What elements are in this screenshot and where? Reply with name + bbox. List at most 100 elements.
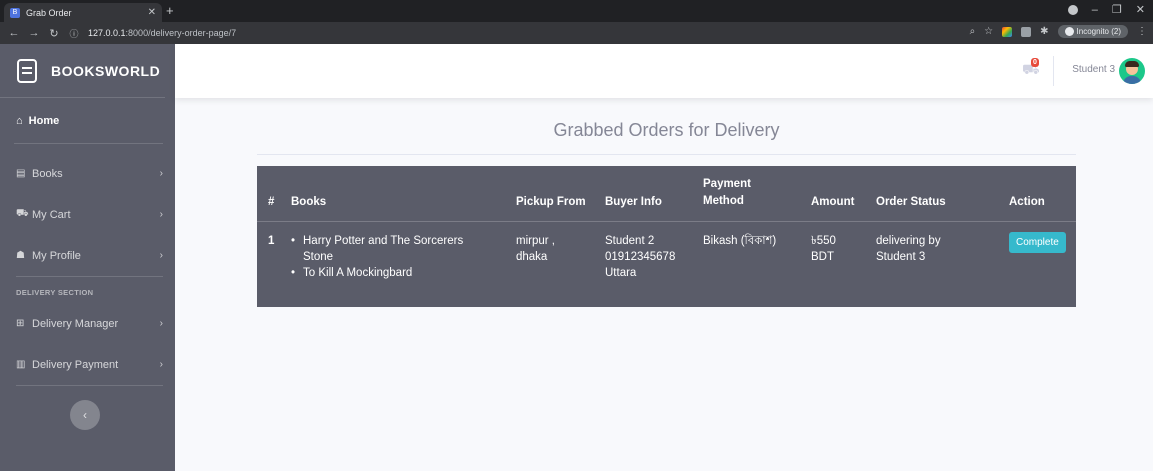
- sidebar-item-label: Books: [32, 167, 63, 180]
- extension-colorful-icon[interactable]: [1002, 26, 1013, 37]
- user-name[interactable]: Student 3: [1072, 64, 1115, 75]
- incognito-badge[interactable]: Incognito (2): [1057, 25, 1128, 38]
- info-icon[interactable]: ⓘ: [68, 27, 80, 40]
- chevron-right-icon: ›: [159, 209, 163, 220]
- list-item: To Kill A Mockingbard: [291, 265, 463, 281]
- orders-table: # Books Pickup From Buyer Info Payment M…: [257, 166, 1076, 307]
- incognito-label: Incognito (2): [1076, 27, 1121, 36]
- chart-icon: ▥: [16, 359, 26, 370]
- avatar-body: [1123, 76, 1141, 84]
- back-icon[interactable]: ←: [8, 27, 20, 39]
- topbar: ⛟ 0 Student 3: [175, 44, 1153, 98]
- favicon-icon: B: [10, 7, 20, 18]
- table-icon: ⊞: [16, 318, 25, 329]
- amount-currency: BDT: [811, 251, 834, 263]
- complete-button[interactable]: Complete: [1009, 232, 1066, 253]
- sidebar-item-home[interactable]: ⌂ Home: [14, 98, 163, 144]
- cart-count-badge: 0: [1031, 58, 1039, 67]
- sidebar-item-books[interactable]: ▤ Books ›: [16, 153, 163, 194]
- title-divider: [257, 154, 1076, 155]
- buyer-name: Student 2: [605, 235, 655, 247]
- sidebar-item-my-profile[interactable]: ☗ My Profile ›: [16, 235, 163, 276]
- column-header-action: Action: [1009, 196, 1045, 208]
- sidebar-item-label: Home: [28, 114, 60, 127]
- order-amount: ৳550 BDT: [811, 233, 836, 265]
- column-header-books: Books: [291, 196, 327, 208]
- pickup-city: dhaka: [516, 251, 548, 263]
- sidebar-item-label: My Cart: [32, 208, 71, 221]
- cart-button[interactable]: ⛟ 0: [1022, 58, 1040, 77]
- home-icon: ⌂: [16, 114, 23, 127]
- sidebar-item-delivery-payment[interactable]: ▥ Delivery Payment ›: [16, 344, 163, 385]
- payment-method: Bikash (বিকাশ): [703, 235, 777, 247]
- buyer-address: Uttara: [605, 267, 637, 279]
- record-icon[interactable]: [1067, 4, 1078, 15]
- column-header-pickup: Pickup From: [516, 196, 586, 208]
- book-title: To Kill A Mockingbard: [303, 267, 413, 279]
- zoom-icon[interactable]: ⌕: [970, 26, 976, 37]
- order-status: delivering by Student 3: [876, 233, 941, 265]
- amount-value: ৳550: [811, 235, 836, 247]
- extensions-puzzle-icon[interactable]: ✱: [1040, 26, 1048, 37]
- sidebar-item-label: My Profile: [32, 249, 81, 262]
- tab-title: Grab Order: [26, 7, 72, 18]
- star-icon[interactable]: ☆: [984, 26, 993, 37]
- brand-name: BOOKSWORLD: [51, 62, 161, 79]
- book-icon: ▤: [16, 168, 26, 179]
- brand[interactable]: BOOKSWORLD: [0, 44, 165, 98]
- new-tab-icon[interactable]: +: [166, 3, 174, 18]
- sidebar-item-label: Delivery Payment: [32, 358, 119, 371]
- chevron-right-icon: ›: [159, 359, 163, 370]
- window-controls: – ❐ ✕: [1067, 3, 1145, 16]
- url-host: 127.0.0.1: [88, 28, 126, 38]
- url-path: :8000/delivery-order-page/7: [125, 28, 237, 38]
- column-header-amount: Amount: [811, 196, 855, 208]
- cart-icon: ⛟: [16, 208, 29, 219]
- avatar-hair: [1125, 61, 1139, 67]
- url-field[interactable]: 127.0.0.1:8000/delivery-order-page/7: [88, 28, 236, 38]
- browser-tab-bar: B Grab Order ✕ + – ❐ ✕: [0, 0, 1153, 22]
- minimize-icon[interactable]: –: [1092, 4, 1098, 16]
- book-title: Harry Potter and The Sorcerers: [303, 235, 464, 247]
- list-item: Harry Potter and The Sorcerers Stone: [291, 233, 463, 265]
- close-tab-icon[interactable]: ✕: [148, 7, 156, 18]
- column-header-index: #: [268, 196, 275, 208]
- page-title: Grabbed Orders for Delivery: [553, 120, 780, 140]
- pickup-location: mirpur , dhaka: [516, 233, 555, 265]
- sidebar-divider: [16, 276, 163, 277]
- book-title-continued: Stone: [303, 251, 334, 263]
- user-icon: ☗: [16, 250, 25, 261]
- restore-icon[interactable]: ❐: [1112, 3, 1122, 16]
- column-header-payment-line2: Method: [703, 195, 744, 207]
- status-courier: Student 3: [876, 251, 926, 263]
- sidebar-divider: [16, 385, 163, 386]
- topbar-divider: [1053, 56, 1054, 86]
- chevron-right-icon: ›: [159, 168, 163, 179]
- book-list: Harry Potter and The Sorcerers Stone To K…: [291, 233, 463, 281]
- book-logo-icon: [17, 58, 37, 83]
- sidebar-toggle-button[interactable]: ‹: [70, 400, 100, 430]
- menu-kebab-icon[interactable]: ⋮: [1137, 26, 1147, 37]
- browser-tab[interactable]: B Grab Order ✕: [4, 3, 162, 22]
- buyer-phone: 01912345678: [605, 251, 676, 263]
- incognito-icon: [1064, 27, 1074, 36]
- close-window-icon[interactable]: ✕: [1136, 3, 1145, 16]
- column-header-buyer: Buyer Info: [605, 196, 662, 208]
- chevron-right-icon: ›: [159, 250, 163, 261]
- chevron-right-icon: ›: [159, 318, 163, 329]
- chevron-left-icon: ‹: [83, 408, 87, 422]
- avatar[interactable]: [1119, 58, 1145, 84]
- sidebar-item-delivery-manager[interactable]: ⊞ Delivery Manager ›: [16, 303, 163, 344]
- forward-icon[interactable]: →: [28, 27, 40, 39]
- buyer-info: Student 2 01912345678 Uttara: [605, 233, 675, 281]
- header-divider: [257, 221, 1076, 222]
- sidebar-item-label: Delivery Manager: [32, 317, 119, 330]
- status-line: delivering by: [876, 235, 941, 247]
- row-index: 1: [268, 235, 275, 247]
- column-header-status: Order Status: [876, 196, 946, 208]
- pickup-area: mirpur ,: [516, 235, 555, 247]
- reload-icon[interactable]: ↻: [48, 27, 60, 40]
- column-header-payment-line1: Payment: [703, 178, 751, 190]
- extension-square-icon[interactable]: [1021, 26, 1032, 37]
- sidebar-item-my-cart[interactable]: ⛟ My Cart ›: [16, 194, 163, 235]
